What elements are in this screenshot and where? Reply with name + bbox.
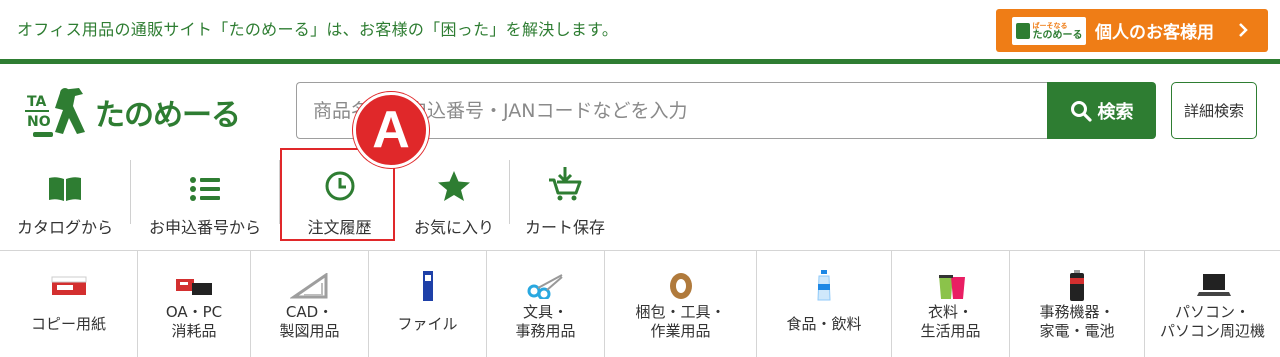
water-bottle-icon xyxy=(817,270,831,301)
category-label: 衣料・ 生活用品 xyxy=(920,303,981,340)
category-food-drink[interactable]: 食品・飲料 xyxy=(757,251,892,357)
category-clothing[interactable]: 衣料・ 生活用品 xyxy=(892,251,1010,357)
category-label: 事務機器・ 家電・電池 xyxy=(1039,303,1115,340)
category-pc-peripherals[interactable]: パソコン・ パソコン周辺機 xyxy=(1145,251,1280,357)
cart-download-icon xyxy=(549,167,582,201)
personal-customer-button[interactable]: ぱーそなる たのめーる 個人のお客様用 xyxy=(996,9,1268,52)
logo-wordmark: たのめーる xyxy=(95,98,241,133)
quicknav-label: お申込番号から xyxy=(148,218,261,237)
scissors-icon xyxy=(527,274,563,299)
search-icon xyxy=(1070,100,1092,122)
header-divider xyxy=(0,59,1280,64)
book-icon xyxy=(49,177,81,201)
star-icon xyxy=(438,171,470,201)
quicknav-label: お気に入り xyxy=(413,218,494,237)
personal-button-label: 個人のお客様用 xyxy=(1095,23,1214,43)
site-logo[interactable]: TA NO たのめーる xyxy=(25,82,241,142)
top-bar: オフィス用品の通販サイト「たのめーる」は、お客様の「困った」を解決します。 ぱー… xyxy=(0,0,1280,59)
quicknav-catalog[interactable]: カタログから xyxy=(0,160,130,240)
category-label: ファイル xyxy=(397,315,458,333)
mascot-mini-icon xyxy=(1015,22,1030,39)
category-label: CAD・ 製図用品 xyxy=(279,303,340,340)
laptop-icon xyxy=(1196,274,1231,296)
personal-logo-bottom: たのめーる xyxy=(1032,29,1083,41)
copy-paper-icon xyxy=(51,276,86,295)
detail-search-button[interactable]: 詳細検索 xyxy=(1171,82,1257,139)
packing-tape-icon xyxy=(669,273,692,299)
category-office-machines[interactable]: 事務機器・ 家電・電池 xyxy=(1010,251,1145,357)
battery-icon xyxy=(1070,270,1084,301)
quicknav-favorites[interactable]: お気に入り xyxy=(399,160,509,240)
toner-icon xyxy=(176,279,212,295)
site-tagline: オフィス用品の通販サイト「たのめーる」は、お客様の「困った」を解決します。 xyxy=(17,20,619,39)
category-label: OA・PC 消耗品 xyxy=(165,303,223,340)
category-packing-tools[interactable]: 梱包・工具・ 作業用品 xyxy=(605,251,757,357)
category-label: コピー用紙 xyxy=(30,315,106,333)
category-stationery[interactable]: 文具・ 事務用品 xyxy=(487,251,605,357)
category-cad[interactable]: CAD・ 製図用品 xyxy=(251,251,369,357)
list-icon xyxy=(190,177,220,201)
cups-icon xyxy=(938,275,965,299)
category-label: 文具・ 事務用品 xyxy=(515,303,576,340)
chevron-right-icon xyxy=(1239,23,1248,37)
svg-text:TA: TA xyxy=(27,94,46,110)
category-bar: コピー用紙 OA・PC 消耗品 CAD・ 製図用品 ファイル 文具・ 事務用品 … xyxy=(0,250,1280,357)
search-button-label: 検索 xyxy=(1097,101,1134,123)
svg-text:NO: NO xyxy=(27,114,51,130)
personal-tanomail-logo: ぱーそなる たのめーる xyxy=(1012,16,1086,45)
category-label: パソコン・ パソコン周辺機 xyxy=(1159,303,1265,340)
quicknav-label: カート保存 xyxy=(524,218,605,237)
category-label: 梱包・工具・ 作業用品 xyxy=(635,303,726,340)
category-copy-paper[interactable]: コピー用紙 xyxy=(0,251,138,357)
quicknav-save-cart[interactable]: カート保存 xyxy=(510,160,620,240)
annotation-badge: A xyxy=(353,92,429,168)
triangle-ruler-icon xyxy=(289,273,327,299)
file-binder-icon xyxy=(422,271,433,301)
category-file[interactable]: ファイル xyxy=(369,251,487,357)
mascot-logo-icon: TA NO xyxy=(25,88,85,137)
category-oa-pc[interactable]: OA・PC 消耗品 xyxy=(138,251,251,357)
category-label: 食品・飲料 xyxy=(786,315,862,333)
quicknav-label: カタログから xyxy=(16,218,113,237)
search-button[interactable]: 検索 xyxy=(1047,82,1156,139)
quicknav-order-number[interactable]: お申込番号から xyxy=(131,160,279,240)
